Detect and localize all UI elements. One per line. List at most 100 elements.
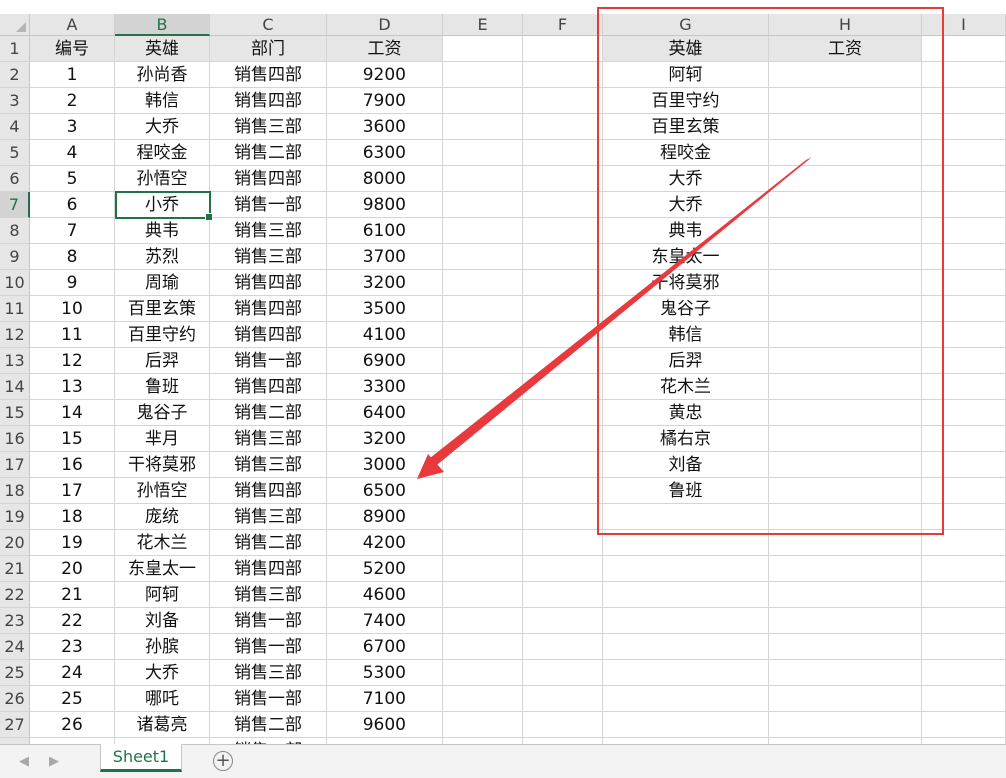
table-cell[interactable]: 销售四部 (210, 270, 327, 296)
col-header-f[interactable]: F (523, 14, 603, 36)
table-cell[interactable]: 3200 (327, 270, 443, 296)
cell[interactable] (523, 712, 603, 738)
row-header[interactable]: 14 (0, 374, 30, 400)
table-cell[interactable]: 7400 (327, 608, 443, 634)
row-header[interactable]: 15 (0, 400, 30, 426)
cell[interactable] (769, 504, 922, 530)
table-cell[interactable]: 孙悟空 (115, 166, 210, 192)
cell[interactable] (523, 504, 603, 530)
cell[interactable] (922, 348, 1006, 374)
col-header-c[interactable]: C (210, 14, 327, 36)
table-cell[interactable]: 销售二部 (210, 140, 327, 166)
col-header-h[interactable]: H (769, 14, 922, 36)
cell[interactable] (523, 62, 603, 88)
cell[interactable] (922, 660, 1006, 686)
cell[interactable] (443, 244, 523, 270)
cell[interactable] (922, 712, 1006, 738)
table-cell[interactable]: 销售三部 (210, 660, 327, 686)
table-cell[interactable]: 大乔 (115, 114, 210, 140)
table-cell[interactable]: 销售二部 (210, 400, 327, 426)
cell[interactable] (523, 452, 603, 478)
cell[interactable] (769, 530, 922, 556)
cell[interactable] (769, 426, 922, 452)
cell[interactable] (922, 166, 1006, 192)
cell[interactable] (523, 114, 603, 140)
row-header[interactable]: 16 (0, 426, 30, 452)
cell[interactable] (769, 608, 922, 634)
cell[interactable] (523, 400, 603, 426)
cell[interactable] (523, 218, 603, 244)
row-header[interactable]: 11 (0, 296, 30, 322)
cell[interactable] (769, 322, 922, 348)
table-cell[interactable]: 庞统 (115, 504, 210, 530)
cell[interactable] (523, 478, 603, 504)
cell[interactable] (523, 88, 603, 114)
cell[interactable] (443, 660, 523, 686)
table-cell[interactable]: 苏烈 (115, 244, 210, 270)
table-cell[interactable]: 9800 (327, 192, 443, 218)
lookup-name-cell[interactable]: 干将莫邪 (603, 270, 769, 296)
table-cell[interactable]: 6500 (327, 478, 443, 504)
cell[interactable] (769, 192, 922, 218)
cell[interactable] (443, 712, 523, 738)
cell[interactable] (523, 556, 603, 582)
table-cell[interactable]: 6 (30, 192, 115, 218)
cell[interactable] (443, 686, 523, 712)
table-cell[interactable]: 销售三部 (210, 504, 327, 530)
lookup-header-cell[interactable]: 英雄 (603, 36, 769, 62)
table-cell[interactable]: 诸葛亮 (115, 712, 210, 738)
table-cell[interactable]: 销售三部 (210, 218, 327, 244)
cell[interactable] (603, 582, 769, 608)
table-cell[interactable]: 6100 (327, 218, 443, 244)
cell[interactable] (603, 556, 769, 582)
cell[interactable] (922, 582, 1006, 608)
cell[interactable] (769, 374, 922, 400)
table-cell[interactable]: 3500 (327, 296, 443, 322)
cell[interactable] (769, 88, 922, 114)
table-cell[interactable]: 26 (30, 712, 115, 738)
row-header[interactable]: 24 (0, 634, 30, 660)
cell[interactable] (603, 634, 769, 660)
header-cell[interactable]: 部门 (210, 36, 327, 62)
cell[interactable] (769, 400, 922, 426)
cell[interactable] (922, 556, 1006, 582)
cell[interactable] (443, 36, 523, 62)
table-cell[interactable]: 刘备 (115, 608, 210, 634)
table-cell[interactable]: 22 (30, 608, 115, 634)
table-cell[interactable]: 10 (30, 296, 115, 322)
cell[interactable] (443, 400, 523, 426)
table-cell[interactable]: 销售四部 (210, 556, 327, 582)
cell[interactable] (443, 114, 523, 140)
row-header[interactable]: 27 (0, 712, 30, 738)
table-cell[interactable]: 25 (30, 686, 115, 712)
cell[interactable] (443, 192, 523, 218)
cell[interactable] (523, 374, 603, 400)
cell[interactable] (922, 686, 1006, 712)
cell[interactable] (603, 504, 769, 530)
cell[interactable] (523, 166, 603, 192)
row-header[interactable]: 23 (0, 608, 30, 634)
table-cell[interactable]: 3700 (327, 244, 443, 270)
cell[interactable] (443, 348, 523, 374)
cell[interactable] (769, 478, 922, 504)
row-header[interactable]: 13 (0, 348, 30, 374)
table-cell[interactable]: 4600 (327, 582, 443, 608)
tab-sheet1[interactable]: Sheet1 (100, 744, 182, 772)
row-header[interactable]: 22 (0, 582, 30, 608)
cell[interactable] (922, 504, 1006, 530)
table-cell[interactable]: 销售三部 (210, 244, 327, 270)
cell[interactable] (769, 660, 922, 686)
cell[interactable] (769, 296, 922, 322)
table-cell[interactable]: 9 (30, 270, 115, 296)
row-header[interactable]: 8 (0, 218, 30, 244)
lookup-name-cell[interactable]: 百里玄策 (603, 114, 769, 140)
table-cell[interactable]: 14 (30, 400, 115, 426)
cell[interactable] (443, 140, 523, 166)
cell[interactable] (523, 348, 603, 374)
lookup-name-cell[interactable]: 花木兰 (603, 374, 769, 400)
table-cell[interactable]: 6400 (327, 400, 443, 426)
cell[interactable] (769, 712, 922, 738)
lookup-name-cell[interactable]: 大乔 (603, 166, 769, 192)
cell[interactable] (443, 166, 523, 192)
table-cell[interactable]: 阿轲 (115, 582, 210, 608)
